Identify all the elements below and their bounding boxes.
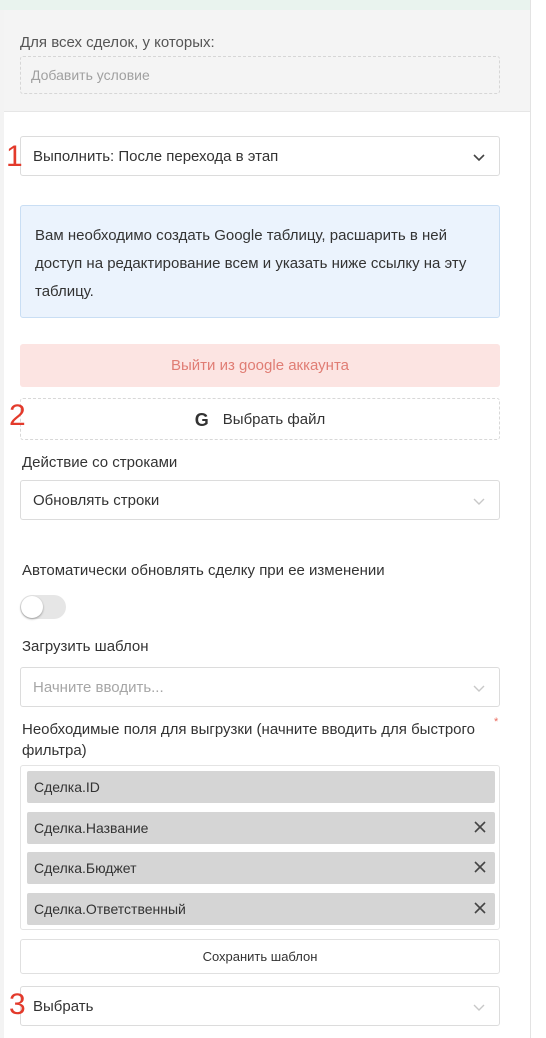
toggle-knob	[21, 596, 43, 618]
top-band	[0, 0, 546, 10]
field-chip-label: Сделка.Название	[34, 820, 149, 836]
export-fields-label: Необходимые поля для выгрузки (начните в…	[22, 721, 475, 759]
row-action-value: Обновлять строки	[33, 492, 160, 509]
execute-trigger-value: Выполнить: После перехода в этап	[33, 148, 279, 165]
execute-trigger-select[interactable]: Выполнить: После перехода в этап	[20, 136, 500, 176]
auto-update-label: Автоматически обновлять сделку при ее из…	[22, 562, 385, 579]
required-mark: *	[494, 716, 499, 728]
template-label: Загрузить шаблон	[22, 638, 149, 655]
field-chip: Сделка.Бюджет	[27, 852, 495, 884]
template-placeholder: Начните вводить...	[33, 679, 164, 696]
template-search-select[interactable]: Начните вводить...	[20, 667, 500, 707]
field-chip: Сделка.ID	[27, 771, 495, 803]
export-fields-box[interactable]: Сделка.ID Сделка.Название Сделка.Бюджет …	[20, 765, 500, 930]
add-condition-field[interactable]: Добавить условие	[20, 56, 500, 94]
condition-block: Для всех сделок, у которых: Добавить усл…	[4, 10, 530, 112]
chevron-down-icon	[473, 498, 485, 505]
close-icon[interactable]	[473, 860, 487, 874]
step-marker-3: 3	[9, 988, 26, 1021]
chevron-down-icon	[473, 685, 485, 692]
info-text: Вам необходимо создать Google таблицу, р…	[35, 227, 467, 300]
row-action-select[interactable]: Обновлять строки	[20, 480, 500, 520]
google-sheet-info-alert: Вам необходимо создать Google таблицу, р…	[20, 205, 500, 318]
row-action-label: Действие со строками	[22, 454, 178, 471]
chevron-down-icon	[473, 154, 485, 162]
field-chip-label: Сделка.ID	[34, 779, 100, 795]
condition-title: Для всех сделок, у которых:	[20, 34, 215, 51]
choose-file-label: Выбрать файл	[222, 411, 326, 428]
step-marker-2: 2	[9, 399, 26, 432]
field-chip: Сделка.Название	[27, 812, 495, 844]
background-panel-edge	[530, 0, 546, 1038]
chevron-down-icon	[473, 1004, 485, 1011]
step-marker-1: 1	[6, 140, 23, 173]
close-icon[interactable]	[473, 820, 487, 834]
field-chip: Сделка.Ответственный	[27, 893, 495, 925]
google-icon: G	[194, 410, 209, 430]
field-chip-label: Сделка.Бюджет	[34, 860, 137, 876]
final-action-value: Выбрать	[33, 998, 94, 1015]
final-action-select[interactable]: Выбрать	[20, 986, 500, 1026]
automation-settings-panel: Для всех сделок, у которых: Добавить усл…	[4, 10, 530, 1038]
google-logout-button[interactable]: Выйти из google аккаунта	[20, 344, 500, 387]
choose-file-button[interactable]: G Выбрать файл	[20, 398, 500, 440]
save-template-button[interactable]: Сохранить шаблон	[20, 939, 500, 974]
close-icon[interactable]	[473, 901, 487, 915]
field-chip-label: Сделка.Ответственный	[34, 901, 186, 917]
auto-update-toggle[interactable]	[20, 595, 66, 619]
